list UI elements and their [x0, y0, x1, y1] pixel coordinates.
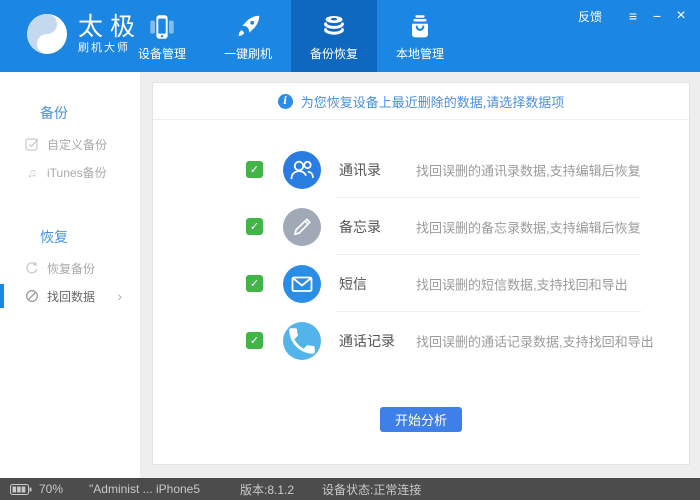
tab-one-click-flash[interactable]: 一键刷机 — [205, 0, 291, 72]
sidebar-item-restore-backup[interactable]: 恢复备份 — [0, 254, 140, 282]
pencil-icon — [283, 208, 321, 246]
device-status: 设备状态:正常连接 — [322, 481, 421, 498]
item-description: 找回误删的通话记录数据,支持找回和导出 — [416, 331, 654, 350]
item-label: 通话记录 — [339, 331, 395, 351]
rocket-icon — [233, 10, 263, 42]
title-bar: 太极 刷机大师 设备管理 — [0, 0, 700, 72]
sidebar-item-recover-data[interactable]: 找回数据 › — [0, 282, 140, 310]
info-banner: i 为您恢复设备上最近删除的数据,请选择数据项 — [153, 83, 689, 120]
sidebar-item-label: 找回数据 — [47, 288, 95, 305]
shopping-bag-icon — [405, 10, 435, 42]
list-item-notes: ✓ 备忘录 找回误删的备忘录数据,支持编辑后恢复 — [153, 198, 689, 255]
battery-icon — [10, 484, 32, 495]
contacts-icon — [283, 151, 321, 189]
feedback-link[interactable]: 反馈 — [578, 8, 602, 25]
window-controls: 反馈 ≡ − × — [578, 7, 690, 25]
close-icon[interactable]: × — [672, 7, 690, 25]
info-banner-text: 为您恢复设备上最近删除的数据,请选择数据项 — [301, 92, 565, 111]
music-note-icon: ♫ — [24, 165, 40, 180]
checkbox-check-icon — [24, 137, 40, 151]
taiji-logo-icon — [26, 13, 68, 55]
envelope-icon — [283, 265, 321, 303]
sidebar-item-custom-backup[interactable]: 自定义备份 — [0, 130, 140, 158]
main-nav-tabs: 设备管理 一键刷机 备份恢复 — [119, 0, 463, 72]
sidebar-item-label: 恢复备份 — [47, 260, 95, 277]
smartphone-icon — [147, 10, 177, 42]
info-icon: i — [278, 94, 293, 109]
tab-device-management[interactable]: 设备管理 — [119, 0, 205, 72]
menu-icon[interactable]: ≡ — [624, 7, 642, 25]
sidebar-item-itunes-backup[interactable]: ♫ iTunes备份 — [0, 158, 140, 186]
tab-label: 备份恢复 — [310, 45, 358, 62]
refresh-icon — [24, 261, 40, 275]
battery-percent: 70% — [39, 482, 63, 496]
item-description: 找回误删的备忘录数据,支持编辑后恢复 — [416, 217, 641, 236]
chevron-right-icon: › — [117, 288, 122, 304]
tab-label: 设备管理 — [138, 45, 186, 62]
device-name: "Administ ... iPhone5 — [89, 482, 200, 496]
call-log-checkbox[interactable]: ✓ — [246, 332, 263, 349]
item-label: 通讯录 — [339, 160, 381, 180]
firmware-version: 版本:8.1.2 — [240, 481, 294, 498]
sms-checkbox[interactable]: ✓ — [246, 275, 263, 292]
status-bar: 70% "Administ ... iPhone5 版本:8.1.2 设备状态:… — [0, 478, 700, 500]
database-stack-icon — [319, 10, 349, 42]
data-type-list: ✓ 通讯录 找回误删的通讯录数据,支持编辑后恢复 ✓ — [153, 141, 689, 369]
main-content: i 为您恢复设备上最近删除的数据,请选择数据项 ✓ 通讯录 找回误删的通讯录数据… — [140, 72, 700, 478]
circle-slash-icon — [24, 289, 40, 303]
sidebar-item-label: iTunes备份 — [47, 164, 107, 181]
notes-checkbox[interactable]: ✓ — [246, 218, 263, 235]
item-description: 找回误删的短信数据,支持找回和导出 — [416, 274, 628, 293]
tab-label: 本地管理 — [396, 45, 444, 62]
sidebar-heading-restore: 恢复 — [0, 226, 140, 248]
list-item-call-log: ✓ 通话记录 找回误删的通话记录数据,支持找回和导出 — [153, 312, 689, 369]
minimize-icon[interactable]: − — [648, 7, 666, 25]
sidebar-heading-backup: 备份 — [0, 102, 140, 124]
item-label: 备忘录 — [339, 217, 381, 237]
tab-label: 一键刷机 — [224, 45, 272, 62]
contacts-checkbox[interactable]: ✓ — [246, 161, 263, 178]
item-label: 短信 — [339, 274, 367, 294]
item-description: 找回误删的通讯录数据,支持编辑后恢复 — [416, 160, 641, 179]
list-item-contacts: ✓ 通讯录 找回误删的通讯录数据,支持编辑后恢复 — [153, 141, 689, 198]
list-item-sms: ✓ 短信 找回误删的短信数据,支持找回和导出 — [153, 255, 689, 312]
tab-backup-restore[interactable]: 备份恢复 — [291, 0, 377, 72]
start-analysis-button[interactable]: 开始分析 — [380, 407, 462, 432]
recover-data-panel: i 为您恢复设备上最近删除的数据,请选择数据项 ✓ 通讯录 找回误删的通讯录数据… — [152, 82, 690, 465]
phone-handset-icon — [283, 322, 321, 360]
sidebar: 备份 自定义备份 ♫ iTunes备份 恢复 恢复备份 — [0, 72, 140, 478]
sidebar-item-label: 自定义备份 — [47, 136, 107, 153]
tab-local-management[interactable]: 本地管理 — [377, 0, 463, 72]
